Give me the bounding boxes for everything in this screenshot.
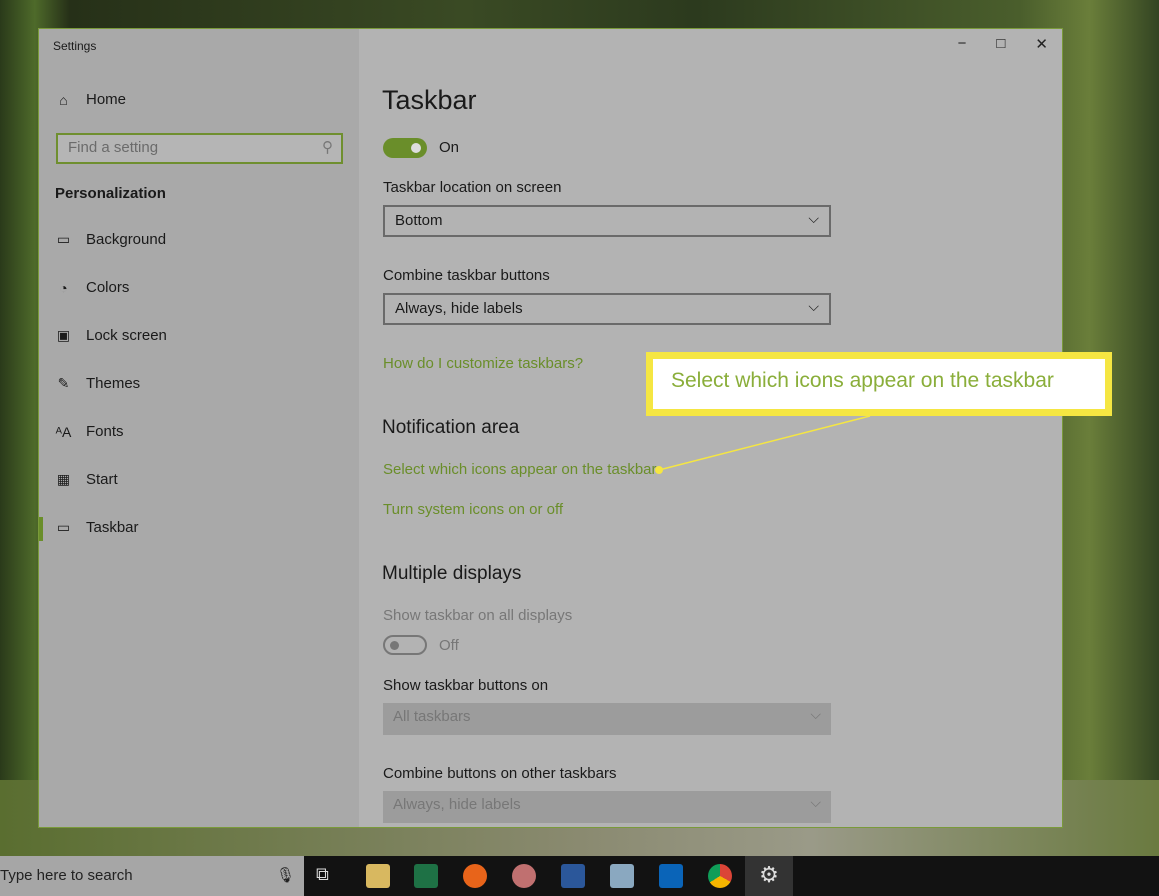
taskbar-search-box[interactable]: Type here to search 🎙 — [0, 856, 304, 896]
windows-taskbar: Type here to search 🎙 ⧉ ⚙ — [0, 856, 1159, 896]
microphone-icon[interactable]: 🎙 — [276, 866, 295, 884]
callout-box: Select which icons appear on the taskbar — [646, 352, 1112, 416]
firefox-icon[interactable] — [463, 864, 487, 888]
snipping-tool-icon[interactable] — [512, 864, 536, 888]
taskbar-search-placeholder: Type here to search — [0, 867, 133, 884]
word-icon[interactable] — [561, 864, 585, 888]
notepad-icon[interactable] — [610, 864, 634, 888]
outlook-icon[interactable] — [659, 864, 683, 888]
task-view-icon[interactable]: ⧉ — [316, 864, 340, 888]
settings-app-icon[interactable]: ⚙ — [745, 856, 793, 896]
callout-pointer — [655, 415, 871, 474]
file-explorer-icon[interactable] — [366, 864, 390, 888]
excel-icon[interactable] — [414, 864, 438, 888]
chrome-icon[interactable] — [708, 864, 732, 888]
